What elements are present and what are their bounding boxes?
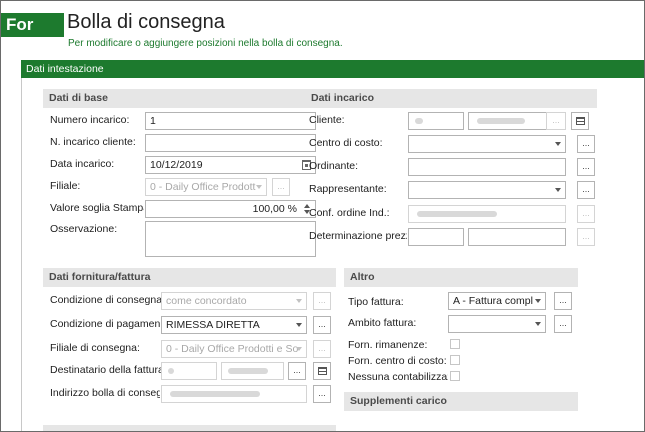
branch-select[interactable]: 0 - Daily Office Prodott: [145, 178, 267, 196]
invoice-recipient-name-redacted: [228, 368, 268, 374]
delivery-branch-browse-button[interactable]: ...: [313, 340, 331, 358]
section-load-surcharges: Supplementi carico: [344, 392, 578, 411]
customer-label: Cliente:: [309, 114, 345, 126]
customer-order-number-label: N. incarico cliente:: [50, 136, 136, 148]
invoice-scope-select[interactable]: [448, 315, 546, 333]
invoice-type-label: Tipo fattura:: [348, 296, 404, 308]
invoice-recipient-code-redacted: [168, 368, 174, 374]
print-threshold-label: Valore soglia Stampa s: [50, 202, 144, 214]
delivery-address-label: Indirizzo bolla di consegn: [50, 387, 160, 399]
customer-name-redacted: [477, 118, 525, 124]
order-confirmation-label: Conf. ordine Ind.:: [309, 207, 390, 219]
invoice-recipient-label: Destinatario della fattura:: [50, 364, 167, 376]
no-accounting-label: Nessuna contabilizzazi: [348, 371, 448, 383]
print-threshold-stepper[interactable]: 100,00 %: [145, 200, 316, 218]
delivery-terms-select[interactable]: come concordato: [161, 292, 307, 310]
representative-label: Rappresentante:: [309, 183, 387, 195]
chevron-down-icon: [535, 299, 541, 303]
section-order-data: Dati incarico: [305, 89, 597, 108]
invoice-scope-label: Ambito fattura:: [348, 317, 417, 329]
delivery-terms-value: come concordato: [166, 295, 247, 307]
section-basic-data: Dati di base: [43, 89, 313, 108]
delivery-address-browse-button[interactable]: ...: [313, 385, 331, 403]
chevron-down-icon: [256, 185, 262, 189]
order-date-value: 10/12/2019: [150, 159, 203, 171]
cost-center-supply-label: Forn. centro di costo:: [348, 355, 447, 367]
order-number-label: Numero incarico:: [50, 114, 130, 126]
delivery-address-redacted: [170, 391, 260, 397]
section-next-partial: [43, 425, 336, 431]
table-icon: [318, 367, 327, 375]
chevron-down-icon: [555, 188, 561, 192]
delivery-branch-label: Filiale di consegna:: [50, 342, 140, 354]
order-date-label: Data incarico:: [50, 158, 115, 170]
chevron-down-icon: [296, 299, 302, 303]
branch-browse-button[interactable]: ...: [272, 178, 290, 196]
price-determination-code-input[interactable]: [408, 228, 464, 246]
branch-label: Filiale:: [50, 180, 81, 192]
delivery-branch-select[interactable]: 0 - Daily Office Prodotti e So: [161, 340, 307, 358]
delivery-terms-label: Condizione di consegna:: [50, 294, 165, 306]
customer-browse-button[interactable]: ...: [546, 112, 566, 130]
page-title: Bolla di consegna: [67, 11, 225, 33]
payment-terms-value: RIMESSA DIRETTA: [166, 319, 260, 331]
remainder-supply-checkbox[interactable]: [450, 339, 460, 349]
invoice-recipient-browse-button[interactable]: ...: [288, 362, 306, 380]
chevron-down-icon: [296, 323, 302, 327]
customer-code-input[interactable]: [408, 112, 464, 130]
price-determination-label: Determinazione prezzo: [309, 230, 407, 242]
table-icon: [576, 117, 585, 125]
notes-textarea[interactable]: [145, 221, 316, 257]
no-accounting-checkbox[interactable]: [450, 371, 460, 381]
payment-terms-browse-button[interactable]: ...: [313, 316, 331, 334]
invoice-type-select[interactable]: A - Fattura compl: [448, 292, 546, 310]
cost-center-select[interactable]: [408, 135, 566, 153]
customer-order-number-input[interactable]: [145, 134, 316, 152]
cost-center-label: Centro di costo:: [309, 137, 383, 149]
chevron-down-icon: [296, 347, 302, 351]
branch-value: 0 - Daily Office Prodott: [150, 181, 256, 193]
customer-code-redacted: [415, 118, 423, 124]
invoice-scope-browse-button[interactable]: ...: [554, 315, 572, 333]
order-date-input[interactable]: 10/12/2019: [145, 156, 316, 174]
remainder-supply-label: Forn. rimanenze:: [348, 339, 428, 351]
order-number-input[interactable]: 1: [145, 112, 316, 130]
customer-details-button[interactable]: [571, 112, 589, 130]
section-other: Altro: [344, 268, 578, 287]
print-threshold-value: 100,00 %: [252, 203, 297, 215]
invoice-type-value: A - Fattura compl: [453, 295, 533, 307]
chevron-down-icon: [555, 142, 561, 146]
cost-center-browse-button[interactable]: ...: [577, 135, 595, 153]
delivery-note-window: For Bolla di consegna Per modificare o a…: [0, 0, 645, 432]
cost-center-supply-checkbox[interactable]: [450, 355, 460, 365]
chevron-down-icon: [535, 322, 541, 326]
representative-select[interactable]: [408, 181, 566, 199]
invoice-type-browse-button[interactable]: ...: [554, 292, 572, 310]
delivery-address-input[interactable]: [161, 385, 307, 403]
page-subtitle: Per modificare o aggiungere posizioni ne…: [68, 38, 343, 49]
order-confirmation-browse-button[interactable]: ...: [577, 205, 595, 223]
header-data-bar[interactable]: Dati intestazione: [21, 60, 644, 78]
price-determination-browse-button[interactable]: ...: [577, 228, 595, 246]
order-confirmation-input[interactable]: [408, 205, 566, 223]
order-confirmation-redacted: [417, 211, 497, 217]
invoice-recipient-details-button[interactable]: [313, 362, 331, 380]
price-determination-input[interactable]: [468, 228, 566, 246]
orderer-browse-button[interactable]: ...: [577, 158, 595, 176]
payment-terms-select[interactable]: RIMESSA DIRETTA: [161, 316, 307, 334]
invoice-recipient-name-input[interactable]: [221, 362, 284, 380]
notes-label: Osservazione:: [50, 223, 118, 235]
representative-browse-button[interactable]: ...: [577, 181, 595, 199]
delivery-branch-value: 0 - Daily Office Prodotti e So: [166, 343, 299, 355]
delivery-terms-browse-button[interactable]: ...: [313, 292, 331, 310]
orderer-label: Ordinante:: [309, 160, 359, 172]
header-data-panel: Dati di base Numero incarico: 1 N. incar…: [21, 78, 644, 431]
section-delivery-invoice-data: Dati fornitura/fattura: [43, 268, 336, 287]
orderer-input[interactable]: [408, 158, 566, 176]
app-logo: For: [1, 13, 64, 37]
invoice-recipient-code-input[interactable]: [161, 362, 217, 380]
payment-terms-label: Condizione di pagamento: [50, 318, 160, 330]
